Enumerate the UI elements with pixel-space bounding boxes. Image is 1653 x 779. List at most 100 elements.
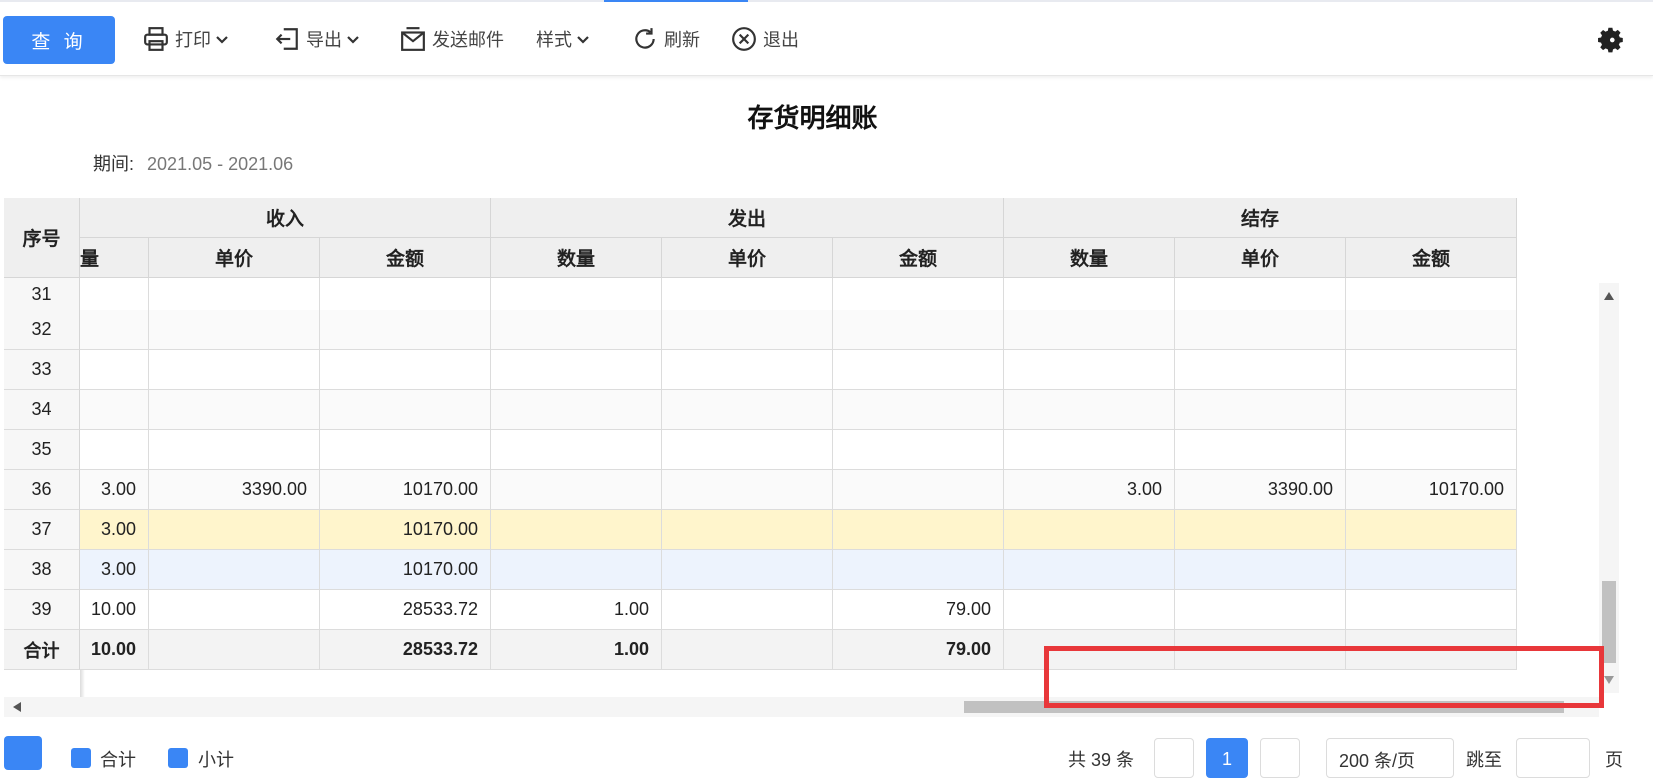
query-button[interactable]: 查 询 — [3, 16, 115, 64]
table-cell: 79.00 — [833, 590, 1004, 630]
table-cell: 10170.00 — [320, 470, 491, 510]
table-cell — [833, 470, 1004, 510]
page-size-select[interactable]: 200 条/页 — [1326, 738, 1454, 778]
table-cell — [80, 350, 149, 390]
table-cell — [491, 470, 662, 510]
gear-icon[interactable] — [1597, 26, 1625, 59]
table-cell — [1004, 278, 1175, 312]
table-cell — [491, 278, 662, 312]
partial-qty-header: 量 — [80, 238, 149, 278]
exit-label: 退出 — [763, 30, 799, 50]
table-cell — [1004, 350, 1175, 390]
table-cell — [149, 390, 320, 430]
table-cell — [149, 310, 320, 350]
chevron-down-icon — [347, 36, 359, 44]
row-seq-number: 33 — [4, 350, 80, 390]
table-cell — [491, 390, 662, 430]
column-header: 金额 — [1346, 238, 1517, 278]
prev-page-button[interactable] — [1154, 738, 1194, 778]
table-cell — [491, 550, 662, 590]
table-cell — [149, 510, 320, 550]
email-label: 发送邮件 — [432, 30, 504, 50]
table-cell — [320, 278, 491, 312]
table-cell — [1175, 550, 1346, 590]
table-cell — [1004, 550, 1175, 590]
period-label: 期间: — [93, 154, 135, 174]
table-cell — [1346, 430, 1517, 470]
table-cell — [80, 310, 149, 350]
total-cell: 28533.72 — [320, 630, 491, 670]
table-cell — [662, 590, 833, 630]
group-header-1: 收入 — [80, 198, 491, 238]
footer-bar: 合计 小计 共 39 条 1 200 条/页 跳至 页 — [0, 730, 1653, 778]
table-cell — [1346, 510, 1517, 550]
calc-toggle-button[interactable] — [4, 736, 42, 770]
table-cell — [491, 310, 662, 350]
exit-button[interactable]: 退出 — [731, 24, 799, 54]
table-cell — [1346, 310, 1517, 350]
table-cell — [149, 430, 320, 470]
table-cell — [491, 430, 662, 470]
subtotal-checkbox[interactable] — [168, 748, 188, 768]
row-seq-number: 34 — [4, 390, 80, 430]
style-menu[interactable]: 样式 — [536, 24, 590, 54]
table-cell — [1346, 550, 1517, 590]
export-label: 导出 — [306, 30, 342, 50]
table-cell — [1004, 310, 1175, 350]
row-seq-number: 39 — [4, 590, 80, 630]
row-seq-number: 38 — [4, 550, 80, 590]
table-cell: 3390.00 — [149, 470, 320, 510]
table-cell: 10170.00 — [320, 550, 491, 590]
table-cell — [320, 350, 491, 390]
total-checkbox-label: 合计 — [100, 750, 136, 770]
table-cell: 3390.00 — [1175, 470, 1346, 510]
refresh-label: 刷新 — [664, 30, 700, 50]
group-header-2: 发出 — [491, 198, 1004, 238]
table-cell — [662, 430, 833, 470]
print-menu[interactable]: 打印 — [143, 24, 229, 54]
record-count: 共 39 条 — [1068, 750, 1135, 770]
table-cell — [1346, 350, 1517, 390]
next-page-button[interactable] — [1260, 738, 1300, 778]
total-cell — [662, 630, 833, 670]
total-row-label: 合计 — [4, 630, 80, 670]
table-cell — [833, 390, 1004, 430]
jump-page-input[interactable] — [1516, 738, 1590, 778]
total-cell: 10.00 — [80, 630, 149, 670]
vertical-scrollbar[interactable] — [1599, 283, 1619, 693]
table-cell — [662, 550, 833, 590]
table-cell — [1346, 590, 1517, 630]
total-checkbox[interactable] — [71, 748, 91, 768]
column-header: 单价 — [662, 238, 833, 278]
row-seq-number: 32 — [4, 310, 80, 350]
scroll-down-arrow-icon — [1604, 676, 1614, 684]
page-1-button[interactable]: 1 — [1206, 738, 1248, 778]
table-cell: 10170.00 — [1346, 470, 1517, 510]
table-cell — [1175, 350, 1346, 390]
export-menu[interactable]: 导出 — [274, 24, 360, 54]
table-cell — [1004, 430, 1175, 470]
total-cell: 1.00 — [491, 630, 662, 670]
vertical-scroll-thumb[interactable] — [1602, 581, 1616, 663]
row-seq-number: 37 — [4, 510, 80, 550]
table-cell — [833, 510, 1004, 550]
row-seq-number: 31 — [4, 278, 80, 312]
table-cell — [1346, 278, 1517, 312]
report-title: 存货明细账 — [747, 103, 878, 133]
period-line: 期间: 2021.05 - 2021.06 — [93, 150, 293, 176]
row-seq-number: 35 — [4, 430, 80, 470]
table-cell — [833, 430, 1004, 470]
send-email-button[interactable]: 发送邮件 — [400, 24, 504, 54]
table-cell — [1004, 390, 1175, 430]
table-cell: 10170.00 — [320, 510, 491, 550]
seq-header: 序号 — [4, 198, 80, 278]
refresh-button[interactable]: 刷新 — [632, 24, 700, 54]
table-cell: 3.00 — [80, 550, 149, 590]
style-label: 样式 — [536, 30, 572, 50]
table-cell — [833, 350, 1004, 390]
column-header: 单价 — [149, 238, 320, 278]
table-cell — [833, 550, 1004, 590]
table-cell — [1004, 590, 1175, 630]
scroll-left-arrow-icon — [13, 702, 21, 712]
export-icon — [275, 28, 298, 50]
